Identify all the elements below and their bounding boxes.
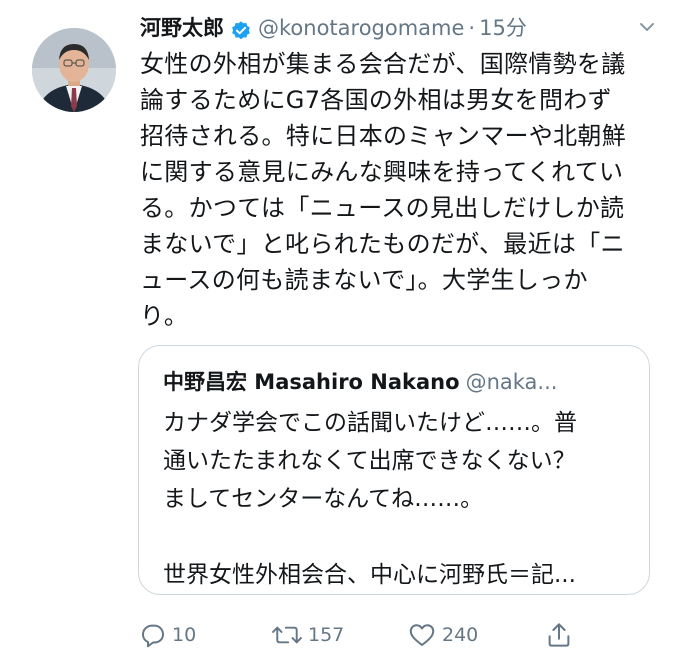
quoted-text-line: 通いたたまれなくて出席できなくない？ <box>163 448 576 474</box>
header-separator: · <box>468 16 476 40</box>
tweet-text-line: 論するためにG7各国の外相は男女を問わず <box>140 86 612 114</box>
share-icon <box>548 623 570 647</box>
heart-icon <box>409 624 435 646</box>
like-count: 240 <box>442 624 479 646</box>
tweet[interactable]: 河野太郎 @konotarogomame · 15分 女性の外相が集まる会合だが… <box>0 0 680 671</box>
chevron-down-icon[interactable] <box>638 18 656 36</box>
avatar-image <box>32 28 116 112</box>
tweet-text-line: ュースの何も読まないで」。大学生しっか <box>140 266 588 294</box>
quoted-author-handle: @naka... <box>465 370 558 394</box>
tweet-header: 河野太郎 @konotarogomame · 15分 <box>140 10 527 46</box>
tweet-text-line: 女性の外相が集まる会合だが、国際情勢を議 <box>140 50 626 78</box>
tweet-actions: 10 157 240 <box>138 618 588 652</box>
like-button[interactable]: 240 <box>406 618 478 652</box>
share-button[interactable] <box>544 618 578 652</box>
tweet-text-line: まないで」と叱られたものだが、最近は「ニ <box>140 230 625 258</box>
reply-button[interactable]: 10 <box>138 618 196 652</box>
retweet-count: 157 <box>308 624 345 646</box>
reply-count: 10 <box>172 624 197 646</box>
avatar[interactable] <box>32 28 116 112</box>
tweet-text: 女性の外相が集まる会合だが、国際情勢を議 論するためにG7各国の外相は男女を問わ… <box>140 46 660 334</box>
retweet-button[interactable]: 157 <box>270 618 344 652</box>
retweet-icon <box>272 626 302 644</box>
quoted-tweet-header: 中野昌宏 Masahiro Nakano @naka... <box>163 366 633 398</box>
tweet-text-line: 招待される。特に日本のミャンマーや北朝鮮 <box>140 122 626 150</box>
author-handle[interactable]: @konotarogomame <box>258 10 464 46</box>
quoted-text-line: ましてセンターなんてね……。 <box>163 486 484 512</box>
quoted-text-line: カナダ学会でこの話聞いたけど……。普 <box>163 410 577 436</box>
tweet-text-line: り。 <box>140 302 189 330</box>
tweet-text-line: る。かつては「ニュースの見出しだけしか読 <box>140 194 625 222</box>
quoted-tweet[interactable]: 中野昌宏 Masahiro Nakano @naka... カナダ学会でこの話聞い… <box>138 345 650 595</box>
quoted-tweet-text: カナダ学会でこの話聞いたけど……。普 通いたたまれなくて出席できなくない？ まし… <box>163 404 633 594</box>
quoted-text-line: 世界女性外相会合、中心に河野氏＝記... <box>163 562 576 588</box>
author-name[interactable]: 河野太郎 <box>140 10 224 46</box>
tweet-timestamp[interactable]: 15分 <box>479 10 527 46</box>
reply-icon <box>142 624 164 648</box>
quoted-author-name: 中野昌宏 Masahiro Nakano <box>163 370 460 394</box>
verified-badge-icon <box>230 17 252 40</box>
quoted-text-blank-line <box>163 518 633 556</box>
tweet-text-line: に関する意見にみんな興味を持ってくれてい <box>140 158 624 186</box>
